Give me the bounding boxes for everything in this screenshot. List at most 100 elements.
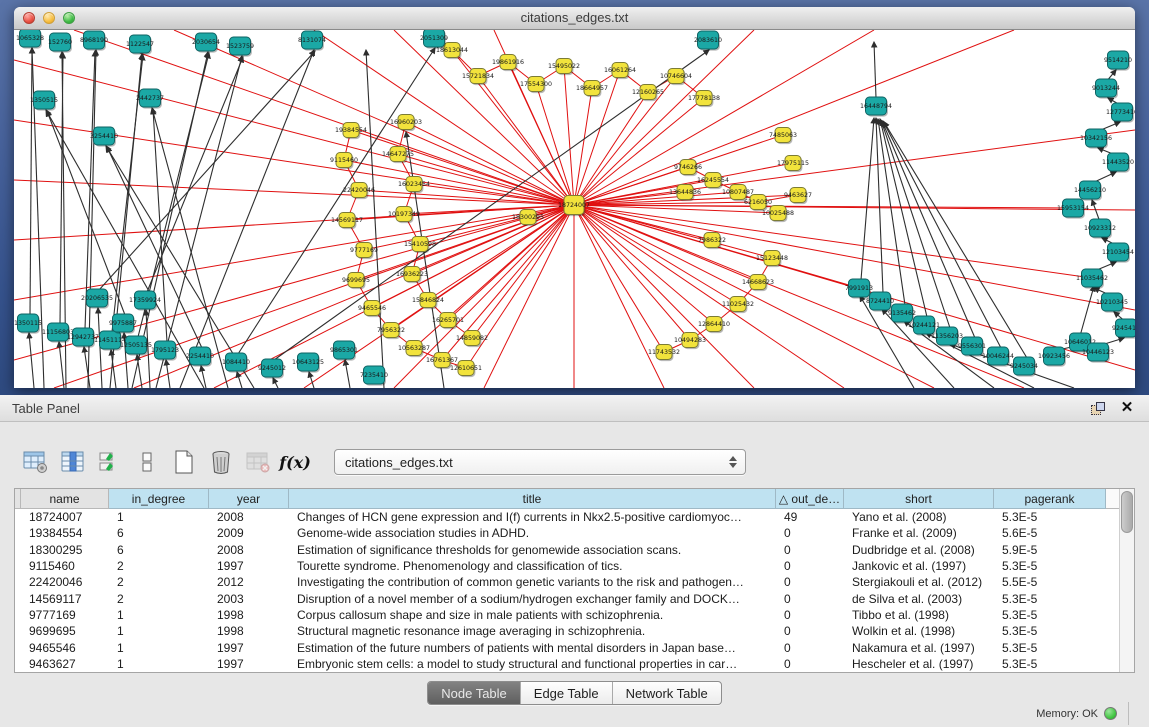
table-row[interactable]: 946554611997Estimation of the future num…	[15, 639, 1134, 655]
graph-node[interactable]: 2051309	[420, 30, 448, 49]
graph-node[interactable]: 8968190	[80, 31, 108, 51]
graph-node[interactable]: 7485063	[769, 128, 797, 145]
graph-node[interactable]: 7986322	[698, 233, 726, 250]
window-titlebar[interactable]: citations_edges.txt	[14, 7, 1135, 30]
graph-node[interactable]: 19384554	[335, 123, 367, 140]
row-tools-button[interactable]	[133, 448, 161, 476]
graph-node[interactable]: 3254410	[90, 127, 118, 147]
graph-node[interactable]: 2254410	[186, 347, 214, 367]
delete-column-button[interactable]	[207, 448, 235, 476]
table-row[interactable]: 1456911722003Disruption of a novel membe…	[15, 590, 1134, 606]
graph-node[interactable]: 1795123	[151, 341, 179, 361]
graph-node[interactable]: 9746266	[674, 160, 702, 177]
graph-node[interactable]: 9463627	[784, 188, 812, 205]
table-row[interactable]: 969969511998Structural magnetic resonanc…	[15, 623, 1134, 639]
close-button[interactable]	[23, 12, 35, 24]
graph-node[interactable]: 9514210	[1104, 51, 1132, 71]
graph-node[interactable]: 15495022	[548, 59, 580, 76]
graph-node[interactable]: 7991913	[845, 279, 873, 299]
graph-node[interactable]: 10210345	[1096, 293, 1128, 313]
graph-node[interactable]: 8131074	[298, 31, 326, 51]
minimize-button[interactable]	[43, 12, 55, 24]
graph-node[interactable]: 1350115	[14, 314, 42, 334]
float-panel-icon[interactable]	[1087, 400, 1107, 416]
graph-node[interactable]: 14647275	[382, 147, 414, 164]
graph-node[interactable]: 9013244	[1092, 79, 1120, 99]
column-header-year[interactable]: year	[209, 489, 289, 509]
delete-table-button[interactable]	[244, 448, 272, 476]
column-header-out_degree[interactable]: △ out_de…	[776, 489, 844, 509]
graph-node[interactable]: 2442737	[136, 89, 164, 109]
graph-node[interactable]: 16960203	[390, 115, 422, 132]
graph-node[interactable]: 2083610	[694, 31, 722, 51]
scrollbar-thumb[interactable]	[1121, 491, 1133, 533]
graph-node[interactable]: 17778138	[688, 91, 720, 108]
table-row[interactable]: 1872400712008Changes of HCN gene express…	[15, 509, 1134, 525]
graph-node[interactable]: 9699695	[342, 273, 370, 290]
graph-node[interactable]: 9975887	[109, 314, 137, 334]
graph-node[interactable]: 10563287	[398, 341, 430, 358]
graph-node[interactable]: 7235410	[360, 366, 388, 386]
graph-node[interactable]: 9245410	[1112, 319, 1135, 339]
graph-node[interactable]: 9135462	[888, 304, 916, 324]
table-row[interactable]: 946362711997Embryonic stem cells: a mode…	[15, 656, 1134, 672]
graph-node[interactable]: 16448794	[860, 97, 892, 117]
graph-node[interactable]: 12773410	[1106, 103, 1135, 123]
table-row[interactable]: 977716911998Corpus callosum shape and si…	[15, 607, 1134, 623]
graph-node[interactable]: 10923312	[1084, 219, 1116, 239]
graph-node[interactable]: 15123448	[756, 251, 788, 268]
graph-node[interactable]: 9245012	[258, 359, 286, 379]
close-panel-icon[interactable]: ✕	[1117, 400, 1137, 416]
graph-node[interactable]: 9777169	[350, 243, 378, 260]
graph-node[interactable]: 152760	[48, 33, 72, 53]
network-window[interactable]: citations_edges.txt 19384554 9115460 22420…	[14, 7, 1135, 388]
column-header-short[interactable]: short	[844, 489, 994, 509]
memory-status-icon[interactable]	[1104, 707, 1117, 720]
graph-node[interactable]: 10197349	[388, 207, 420, 224]
zoom-button[interactable]	[63, 12, 75, 24]
graph-node[interactable]: 1122547	[126, 35, 154, 55]
graph-node[interactable]: 9865301	[330, 341, 358, 361]
graph-node[interactable]: 22420046	[343, 183, 375, 200]
graph-node[interactable]: 14569117	[331, 213, 363, 230]
table-mode-button[interactable]	[22, 448, 50, 476]
table-row[interactable]: 1830029562008Estimation of significance …	[15, 542, 1134, 558]
graph-node[interactable]: 14456210	[1074, 181, 1106, 201]
graph-node[interactable]: 2030654	[192, 33, 220, 53]
function-builder-button[interactable]: f(x)	[281, 448, 309, 476]
graph-node[interactable]: 15953154	[1057, 199, 1089, 219]
graph-node[interactable]: 10643125	[292, 353, 324, 373]
table-row[interactable]: 911546021997Tourette syndrome. Phenomeno…	[15, 558, 1134, 574]
graph-node[interactable]: 1084410	[222, 353, 250, 373]
select-columns-button[interactable]	[96, 448, 124, 476]
graph-node[interactable]: 16061264	[604, 63, 636, 80]
graph-node[interactable]: 19861916	[492, 55, 524, 72]
graph-node[interactable]: 17359924	[129, 291, 161, 311]
graph-node[interactable]: 9115460	[330, 153, 358, 170]
column-header-in_degree[interactable]: in_degree	[109, 489, 209, 509]
network-canvas[interactable]: 19384554 9115460 22420046 14569117 9777169 96…	[14, 30, 1135, 388]
graph-node[interactable]: 12864410	[698, 317, 730, 334]
graph-node[interactable]: 12160265	[632, 85, 664, 102]
graph-node[interactable]: 16245554	[697, 173, 729, 190]
graph-node[interactable]: 1523759	[226, 37, 254, 57]
graph-node[interactable]: 1065328	[16, 30, 44, 49]
table-row[interactable]: 2242004622012Investigating the contribut…	[15, 574, 1134, 590]
graph-node[interactable]: 17975115	[777, 156, 809, 173]
graph-node[interactable]: 12103454	[1102, 243, 1134, 263]
graph-node[interactable]: 14859082	[456, 331, 488, 348]
create-column-button[interactable]	[170, 448, 198, 476]
graph-node[interactable]: 18664957	[576, 81, 608, 98]
graph-node[interactable]: 16265701	[432, 313, 464, 330]
graph-node[interactable]: 8724410	[866, 292, 894, 312]
graph-node[interactable]: 11025432	[722, 297, 754, 314]
graph-node[interactable]: 10342156	[1080, 129, 1112, 149]
graph-node[interactable]: 11035462	[1076, 269, 1108, 289]
graph-node[interactable]: 11443520	[1102, 153, 1134, 173]
column-header-pagerank[interactable]: pagerank	[994, 489, 1106, 509]
graph-node[interactable]: 1350515	[30, 91, 58, 111]
graph-node[interactable]: 15846824	[412, 293, 444, 310]
column-header-title[interactable]: title	[289, 489, 776, 509]
graph-node[interactable]: 9245034	[1010, 357, 1038, 377]
show-columns-button[interactable]	[59, 448, 87, 476]
